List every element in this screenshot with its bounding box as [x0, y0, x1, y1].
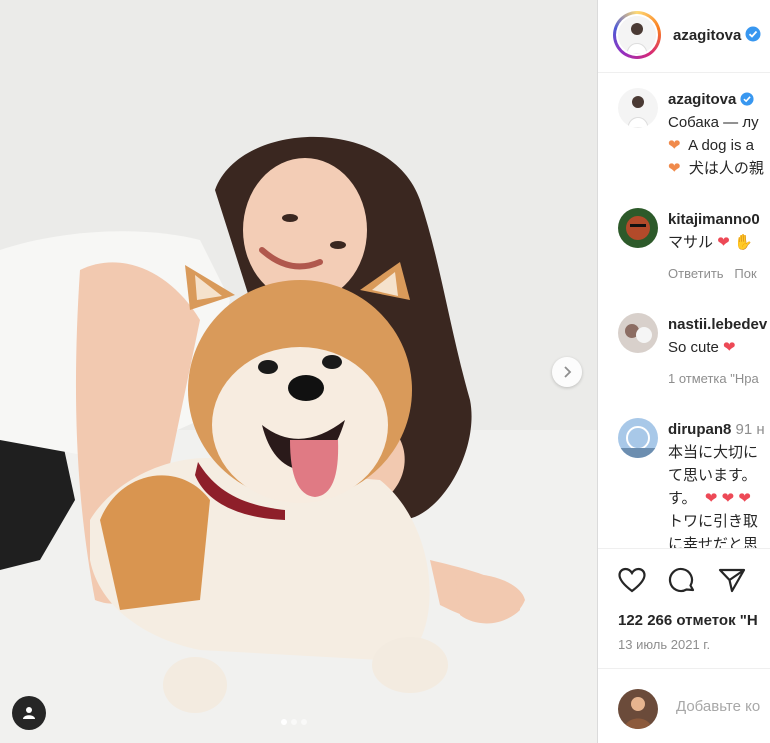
current-user-avatar: [618, 689, 658, 729]
comment-button[interactable]: [668, 567, 696, 600]
heart-outline-icon: [618, 567, 646, 593]
comment-likes-count[interactable]: 1 отметка "Нра: [668, 367, 770, 390]
author-avatar[interactable]: [613, 11, 661, 59]
photo-scene: [0, 0, 597, 743]
comment-icon: [668, 567, 695, 593]
post-side-panel: azagitova azagitova Собака — лу ❤ A dog …: [597, 0, 770, 743]
caption-username[interactable]: azagitova: [668, 91, 736, 108]
commenter-username[interactable]: dirupan8: [668, 421, 731, 438]
avatar-image: [618, 88, 658, 128]
orange-heart-icon: ❤: [668, 137, 681, 154]
post-date: 13 июль 2021 г.: [618, 637, 711, 652]
caption-line: 犬は人の親: [688, 160, 764, 177]
comment-time: 91 н: [735, 421, 765, 438]
likes-count[interactable]: 122 266 отметок "Н: [618, 612, 758, 629]
comment-text: So cute: [668, 339, 719, 356]
orange-heart-icon: ❤: [668, 160, 681, 177]
carousel-dot: [301, 719, 307, 725]
heart-icon: ❤: [723, 339, 736, 356]
user-icon: [23, 707, 35, 719]
carousel-dot: [291, 719, 297, 725]
chevron-right-icon: [564, 366, 572, 378]
add-comment-bar: [598, 668, 770, 743]
comment-line: トワに引き取: [668, 513, 759, 530]
carousel-indicator: [281, 719, 307, 725]
caption-line: A dog is a: [688, 137, 754, 154]
reply-button[interactable]: Ответить: [668, 266, 724, 281]
share-button[interactable]: [718, 567, 746, 598]
avatar-image: [618, 16, 656, 54]
tagged-users-button[interactable]: [12, 696, 46, 730]
author-username[interactable]: azagitova: [673, 27, 741, 44]
caption-avatar[interactable]: [618, 88, 658, 128]
post-header: azagitova: [598, 0, 770, 73]
comment-text: マサル: [668, 234, 714, 251]
heart-icon: ❤: [738, 490, 751, 507]
heart-icon: ❤: [721, 490, 735, 507]
commenter-username[interactable]: nastii.lebedev: [668, 313, 770, 336]
comment-line: 本当に大切に: [668, 444, 759, 461]
post-actions: 122 266 отметок "Н 13 июль 2021 г.: [598, 548, 770, 669]
commenter-avatar[interactable]: [618, 418, 658, 458]
verified-badge-icon: [745, 26, 761, 42]
commenter-avatar[interactable]: [618, 208, 658, 248]
carousel-dot-active: [281, 719, 287, 725]
verified-badge-icon: [740, 92, 754, 106]
clap-icon: ✋: [733, 234, 753, 251]
like-button[interactable]: [618, 567, 646, 598]
comment-line: す。: [668, 490, 697, 507]
avatar-image: [618, 418, 658, 458]
send-icon: [718, 568, 746, 593]
comment-line: に幸せだと思: [668, 536, 759, 548]
heart-icon: ❤: [717, 234, 730, 251]
post-photo[interactable]: [0, 0, 597, 743]
author-name-row: azagitova: [673, 26, 761, 45]
avatar-image: [618, 689, 658, 729]
commenter-avatar[interactable]: [618, 313, 658, 353]
avatar-image: [618, 208, 658, 248]
show-more-button[interactable]: Пок: [734, 266, 756, 281]
caption-line: Собака — лу: [668, 114, 759, 131]
add-comment-input[interactable]: [674, 697, 770, 716]
comments-list[interactable]: azagitova Собака — лу ❤ A dog is a ❤ 犬は人…: [598, 73, 770, 548]
comment-line: て思います。: [668, 467, 757, 484]
commenter-username[interactable]: kitajimanno0: [668, 208, 770, 231]
heart-icon: ❤: [704, 490, 718, 507]
avatar-image: [618, 313, 658, 353]
next-photo-button[interactable]: [552, 357, 582, 387]
